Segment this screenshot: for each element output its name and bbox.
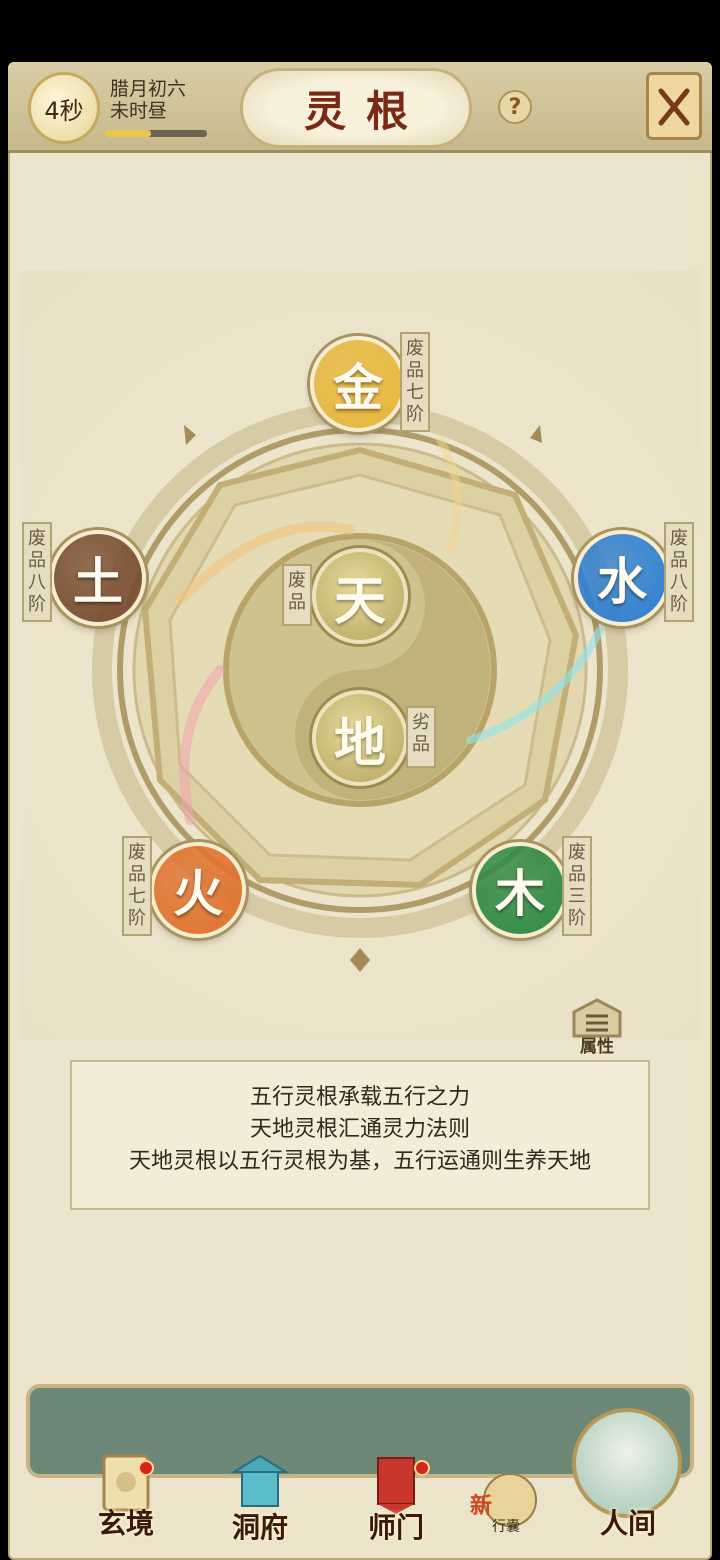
nav-label-renjian: 人间 [599,1507,656,1540]
new-label: 新 [470,1494,493,1519]
heaven-root-orb[interactable]: 天 [312,548,408,644]
earth-grade: 废品 [28,528,46,571]
wood-char: 木 [495,864,545,923]
fire-root-orb[interactable]: 火 [150,842,246,938]
earth-core-root-orb[interactable]: 地 [312,690,408,786]
description-line-3: 天地灵根以五行灵根为基，五行运通则生养天地 [128,1149,591,1174]
metal-grade-tag: 废品 七阶 [400,332,430,432]
timer-text: 4秒 [44,96,84,125]
wood-level: 三阶 [568,886,586,929]
fire-grade: 废品 [128,842,146,885]
fire-char: 火 [173,864,223,923]
nav-item-renjian[interactable]: 人间 [566,1404,690,1550]
close-button[interactable] [646,72,702,140]
heaven-grade-tag: 废品 [282,564,312,626]
title-plaque: 灵根 [240,68,472,148]
metal-root-orb[interactable]: 金 [310,336,406,432]
date-line-2: 未时昼 [110,100,168,122]
earth-core-grade: 劣品 [412,712,430,755]
earth-root-orb[interactable]: 土 [50,530,146,626]
fire-level: 七阶 [128,886,146,929]
description-line-2: 天地灵根汇通灵力法则 [249,1117,470,1142]
water-root-orb[interactable]: 水 [574,530,670,626]
water-grade-tag: 废品 八阶 [664,522,694,622]
heaven-char: 天 [333,570,386,632]
wood-grade-tag: 废品 三阶 [562,836,592,936]
nav-label-xuanjing: 玄境 [97,1507,154,1540]
timer-badge: 4秒 [28,72,100,144]
fire-grade-tag: 废品 七阶 [122,836,152,936]
wood-root-orb[interactable]: 木 [472,842,568,938]
metal-level: 七阶 [406,382,424,425]
water-char: 水 [597,552,647,611]
xuanjing-notification-dot [138,1460,154,1476]
nav-label-dongfu: 洞府 [231,1511,288,1544]
close-icon [658,88,690,126]
earth-level: 八阶 [28,572,46,615]
shimen-notification-dot [414,1460,430,1476]
page-title: 灵根 [303,86,428,136]
earth-core-grade-tag: 劣品 [406,706,436,768]
attributes-button[interactable]: 属性 [568,998,626,1060]
nav-item-xuanjing[interactable]: 玄境 [78,1448,174,1548]
description-box: 五行灵根承载五行之力 天地灵根汇通灵力法则 天地灵根以五行灵根为基，五行运通则生… [70,1060,650,1210]
help-button[interactable]: ? [498,90,532,124]
nav-item-shimen[interactable]: 师门 [348,1452,444,1552]
earth-grade-tag: 废品 八阶 [22,522,52,622]
time-progress-bar [105,130,207,137]
earth-char: 土 [73,552,123,611]
attributes-label: 属性 [580,1037,614,1057]
description-line-1: 五行灵根承载五行之力 [249,1085,470,1110]
earth-core-char: 地 [333,712,386,774]
nav-item-bag[interactable]: 新 行囊 [470,1470,550,1540]
time-progress-fill [105,130,151,137]
water-level: 八阶 [670,572,688,615]
date-line-1: 腊月初六 [110,78,187,100]
water-grade: 废品 [670,528,688,571]
metal-grade: 废品 [406,338,424,381]
help-icon: ? [508,94,522,120]
metal-char: 金 [333,358,383,417]
nav-label-shimen: 师门 [367,1511,424,1544]
bag-label: 行囊 [492,1519,520,1535]
nav-item-dongfu[interactable]: 洞府 [212,1452,308,1552]
heaven-grade: 废品 [288,570,306,613]
wood-grade: 废品 [568,842,586,885]
